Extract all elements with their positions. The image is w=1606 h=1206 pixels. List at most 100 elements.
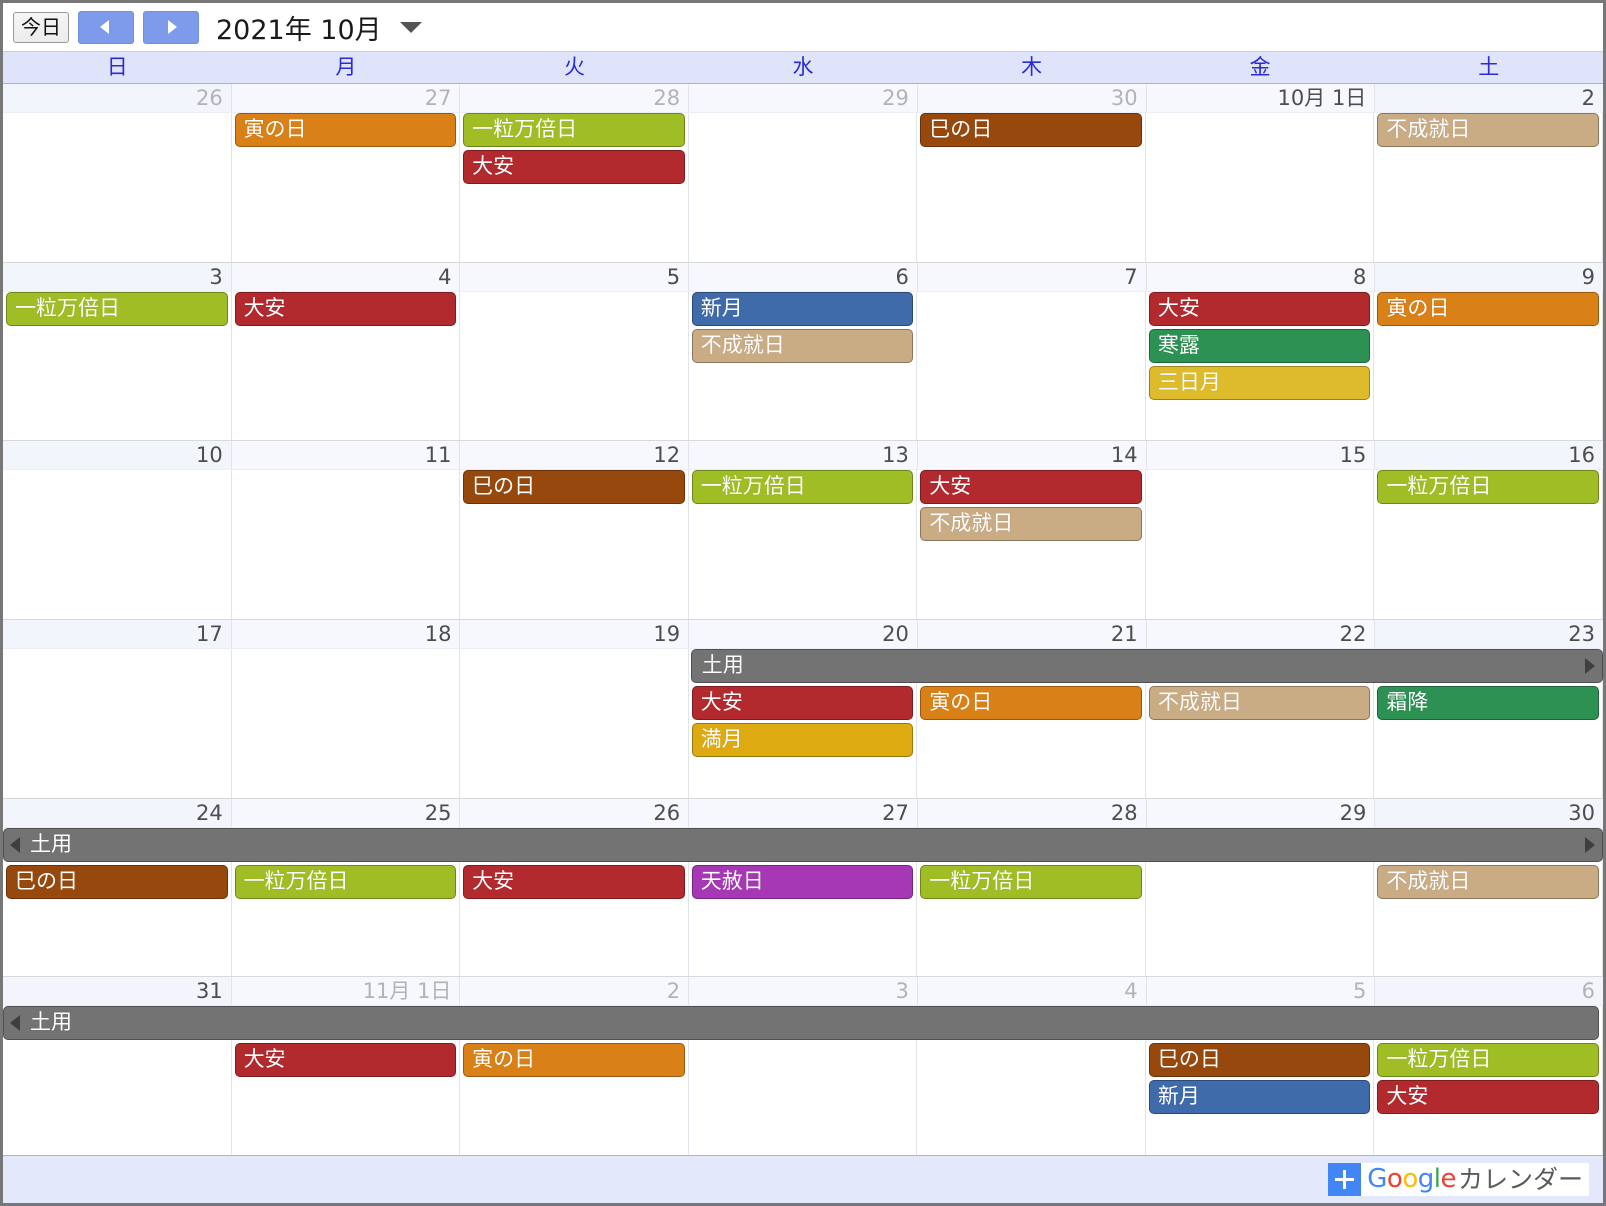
event-chip[interactable]: 不成就日	[1377, 864, 1599, 899]
day-cell[interactable]	[3, 470, 232, 620]
day-cell[interactable]	[232, 470, 461, 620]
date-number-cell[interactable]: 19	[460, 620, 690, 649]
event-chip[interactable]: 寅の日	[463, 1043, 685, 1078]
event-chip[interactable]: 大安	[691, 686, 914, 721]
day-cell[interactable]	[3, 113, 232, 262]
day-cell[interactable]	[1146, 113, 1375, 262]
date-number-cell[interactable]: 3	[689, 977, 918, 1006]
date-number-cell[interactable]: 2	[460, 977, 690, 1006]
date-number-cell[interactable]: 16	[1375, 441, 1604, 470]
date-number-cell[interactable]: 29	[689, 84, 918, 112]
event-chip[interactable]: 一粒万倍日	[463, 113, 685, 147]
event-chip[interactable]: 満月	[691, 723, 914, 758]
date-number-cell[interactable]: 2	[1375, 84, 1604, 112]
date-number-cell[interactable]: 14	[918, 441, 1147, 470]
event-chip[interactable]: 三日月	[1148, 365, 1371, 400]
day-cell[interactable]	[460, 291, 689, 441]
date-number-cell[interactable]: 30	[1375, 798, 1604, 827]
date-number-row: 31 11月 1日 2 3 4 5 6	[3, 977, 1604, 1007]
date-number-cell[interactable]: 20	[689, 620, 918, 649]
event-chip[interactable]: 一粒万倍日	[1377, 1043, 1599, 1078]
day-cell[interactable]	[689, 113, 918, 262]
event-chip[interactable]: 大安	[463, 864, 685, 899]
event-chip[interactable]: 新月	[691, 291, 914, 326]
date-number-cell[interactable]: 5	[460, 262, 690, 291]
event-chip[interactable]: 寅の日	[1377, 291, 1599, 326]
multi-day-event-chip[interactable]: 土用	[3, 1006, 1599, 1041]
date-number-cell[interactable]: 7	[918, 262, 1147, 291]
multi-day-event-chip[interactable]: 土用	[3, 827, 1603, 862]
date-number-cell[interactable]: 28	[918, 798, 1147, 827]
event-chip[interactable]: 大安	[920, 470, 1142, 505]
date-number-cell[interactable]: 10月 1日	[1147, 84, 1376, 112]
date-number-cell[interactable]: 31	[3, 977, 232, 1006]
date-number-cell[interactable]: 25	[232, 798, 461, 827]
day-cell[interactable]	[232, 649, 461, 798]
date-number-cell[interactable]: 27	[232, 84, 461, 112]
event-chip[interactable]: 寒露	[1148, 328, 1371, 363]
event-chip[interactable]: 不成就日	[691, 328, 914, 363]
event-chip[interactable]: 巳の日	[920, 113, 1142, 147]
date-number-cell[interactable]: 11月 1日	[232, 977, 461, 1006]
date-number-cell[interactable]: 27	[689, 798, 918, 827]
date-number-cell[interactable]: 18	[232, 620, 461, 649]
event-chip[interactable]: 大安	[463, 150, 685, 184]
event-chip[interactable]: 寅の日	[234, 113, 457, 147]
event-chip[interactable]: 不成就日	[1377, 113, 1599, 147]
date-number-cell[interactable]: 17	[3, 620, 232, 649]
event-chip[interactable]: 大安	[1148, 291, 1371, 326]
day-cell[interactable]	[1146, 470, 1375, 620]
date-number-cell[interactable]: 9	[1375, 262, 1604, 291]
event-chip[interactable]: 大安	[1377, 1080, 1599, 1115]
event-chip[interactable]: 大安	[234, 291, 457, 326]
event-chip[interactable]: 一粒万倍日	[6, 291, 228, 326]
date-number-cell[interactable]: 13	[689, 441, 918, 470]
date-number-cell[interactable]: 23	[1375, 620, 1604, 649]
today-button[interactable]: 今日	[13, 11, 69, 43]
day-cell[interactable]	[3, 649, 232, 798]
date-number-cell[interactable]: 6	[1375, 977, 1604, 1006]
date-number-cell[interactable]: 6	[689, 262, 918, 291]
date-number-cell[interactable]: 3	[3, 262, 232, 291]
event-chip[interactable]: 巳の日	[6, 864, 228, 899]
date-number-cell[interactable]: 11	[232, 441, 461, 470]
event-chip[interactable]: 巳の日	[463, 470, 685, 505]
date-number-cell[interactable]: 5	[1147, 977, 1376, 1006]
multi-day-event-chip[interactable]: 土用	[690, 649, 1603, 684]
date-number-cell[interactable]: 26	[3, 84, 232, 112]
date-number-cell[interactable]: 29	[1147, 798, 1376, 827]
date-number-cell[interactable]: 4	[232, 262, 461, 291]
event-chip[interactable]: 不成就日	[920, 507, 1142, 542]
event-title: 巳の日	[472, 474, 536, 499]
prev-month-button[interactable]	[78, 10, 134, 44]
date-number-cell[interactable]: 15	[1147, 441, 1376, 470]
event-chip[interactable]: 不成就日	[1148, 686, 1371, 721]
event-chip[interactable]: 霜降	[1377, 686, 1599, 721]
date-number-cell[interactable]: 30	[918, 84, 1147, 112]
day-cell[interactable]	[917, 291, 1146, 441]
event-chip[interactable]: 一粒万倍日	[1377, 470, 1599, 505]
event-chip[interactable]: 一粒万倍日	[234, 864, 457, 899]
date-number-row: 17 18 19 20 21 22 23	[3, 620, 1604, 650]
date-number-cell[interactable]: 4	[918, 977, 1147, 1006]
date-number-cell[interactable]: 8	[1147, 262, 1376, 291]
event-chip[interactable]: 新月	[1148, 1080, 1371, 1115]
date-number-cell[interactable]: 10	[3, 441, 232, 470]
event-chip[interactable]: 一粒万倍日	[920, 864, 1142, 899]
date-number-row: 24 25 26 27 28 29 30	[3, 798, 1604, 828]
date-number-cell[interactable]: 28	[460, 84, 690, 112]
event-chip[interactable]: 大安	[234, 1043, 457, 1078]
event-chip[interactable]: 一粒万倍日	[691, 470, 914, 505]
chevron-down-icon[interactable]	[399, 21, 422, 33]
date-number-cell[interactable]: 12	[460, 441, 690, 470]
event-chip[interactable]: 寅の日	[920, 686, 1142, 721]
date-number-cell[interactable]: 21	[918, 620, 1147, 649]
date-number-cell[interactable]: 24	[3, 798, 232, 827]
day-cell[interactable]	[460, 649, 689, 798]
next-month-button[interactable]	[143, 10, 199, 44]
event-chip[interactable]: 巳の日	[1148, 1043, 1371, 1078]
add-to-google-calendar-button[interactable]: Google カレンダー	[1328, 1163, 1589, 1196]
date-number-cell[interactable]: 22	[1147, 620, 1376, 649]
event-chip[interactable]: 天赦日	[691, 864, 914, 899]
date-number-cell[interactable]: 26	[460, 798, 690, 827]
